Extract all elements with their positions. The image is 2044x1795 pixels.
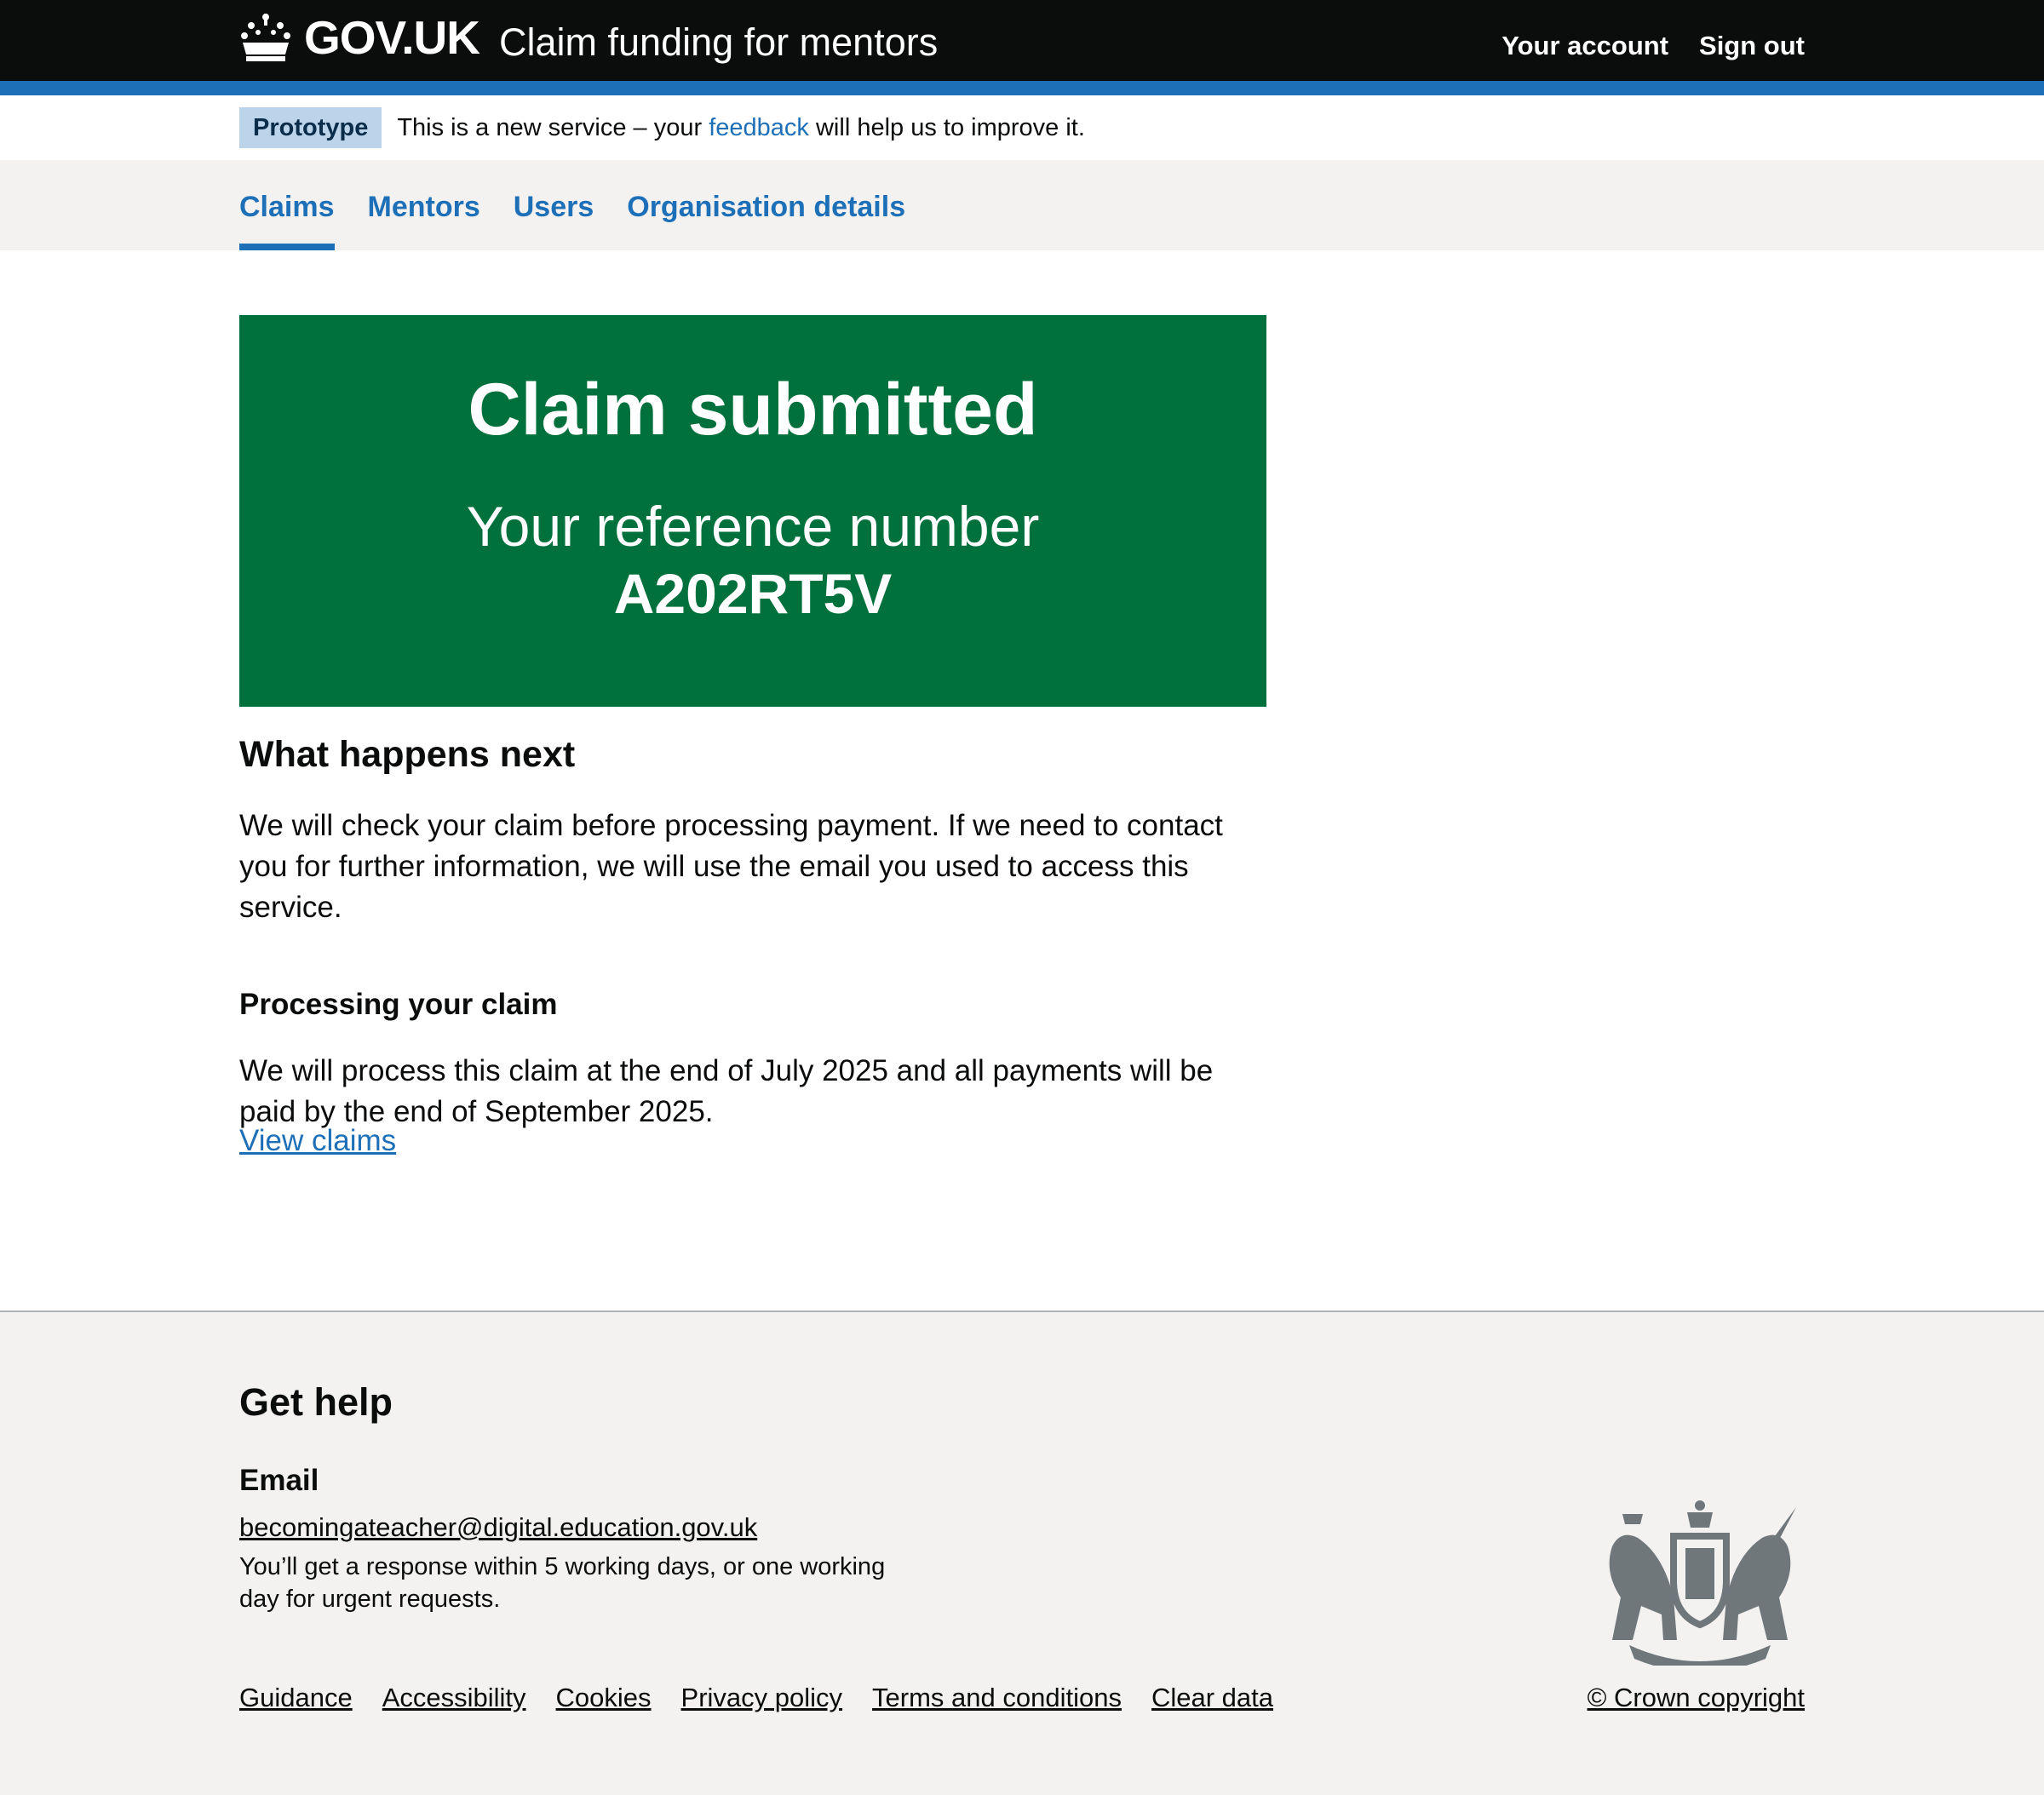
nav-mentors[interactable]: Mentors bbox=[368, 160, 480, 250]
header-nav: Your account Sign out bbox=[1501, 31, 1805, 61]
govuk-logo-link[interactable]: GOV.UK bbox=[239, 10, 480, 65]
nav-claims[interactable]: Claims bbox=[239, 160, 335, 250]
site-header: GOV.UK Claim funding for mentors Your ac… bbox=[0, 0, 2044, 81]
footer-link-accessibility[interactable]: Accessibility bbox=[382, 1683, 526, 1713]
email-heading: Email bbox=[239, 1464, 319, 1497]
primary-navigation: Claims Mentors Users Organisation detail… bbox=[0, 160, 2044, 250]
reference-label: Your reference number bbox=[466, 495, 1040, 558]
nav-organisation-details[interactable]: Organisation details bbox=[627, 160, 905, 250]
confirmation-panel: Claim submitted Your reference number A2… bbox=[239, 315, 1266, 707]
crown-copyright-link[interactable]: © Crown copyright bbox=[1588, 1683, 1805, 1713]
panel-title: Claim submitted bbox=[468, 369, 1038, 450]
feedback-link[interactable]: feedback bbox=[709, 114, 809, 141]
processing-claim-heading: Processing your claim bbox=[239, 988, 558, 1021]
what-happens-next-heading: What happens next bbox=[239, 734, 576, 775]
footer-link-guidance[interactable]: Guidance bbox=[239, 1683, 353, 1713]
crown-icon bbox=[241, 14, 290, 61]
govuk-logotype: GOV.UK bbox=[304, 11, 480, 64]
royal-coat-of-arms-icon bbox=[1609, 1500, 1796, 1666]
check-claim-paragraph: We will check your claim before processi… bbox=[239, 809, 1223, 924]
processing-paragraph: We will process this claim at the end of… bbox=[239, 1054, 1214, 1128]
panel-body: Your reference number A202RT5V bbox=[239, 496, 1266, 624]
your-account-link[interactable]: Your account bbox=[1501, 31, 1668, 61]
footer-link-terms[interactable]: Terms and conditions bbox=[872, 1683, 1122, 1713]
nav-users[interactable]: Users bbox=[514, 160, 594, 250]
footer-link-privacy-policy[interactable]: Privacy policy bbox=[681, 1683, 843, 1713]
phase-banner: Prototype This is a new service – your f… bbox=[0, 95, 2044, 160]
service-name-link[interactable]: Claim funding for mentors bbox=[499, 20, 938, 65]
phase-text-after: will help us to improve it. bbox=[815, 113, 1085, 141]
help-email-link[interactable]: becomingateacher@digital.education.gov.u… bbox=[239, 1512, 757, 1543]
footer-link-clear-data[interactable]: Clear data bbox=[1151, 1683, 1273, 1713]
footer-link-cookies[interactable]: Cookies bbox=[556, 1683, 652, 1713]
phase-text-before: This is a new service – your bbox=[397, 113, 703, 141]
response-time-note: You’ll get a response within 5 working d… bbox=[239, 1553, 886, 1613]
footer-links: Guidance Accessibility Cookies Privacy p… bbox=[239, 1683, 1273, 1713]
view-claims-link[interactable]: View claims bbox=[239, 1124, 396, 1158]
site-footer: Get help Email becomingateacher@digital.… bbox=[0, 1310, 2044, 1795]
get-help-heading: Get help bbox=[239, 1380, 393, 1424]
sign-out-link[interactable]: Sign out bbox=[1699, 31, 1805, 61]
phase-tag: Prototype bbox=[239, 107, 382, 148]
reference-number: A202RT5V bbox=[613, 561, 893, 625]
phase-banner-text: This is a new service – your feedback wi… bbox=[397, 114, 1085, 142]
header-blue-bar bbox=[0, 81, 2044, 95]
